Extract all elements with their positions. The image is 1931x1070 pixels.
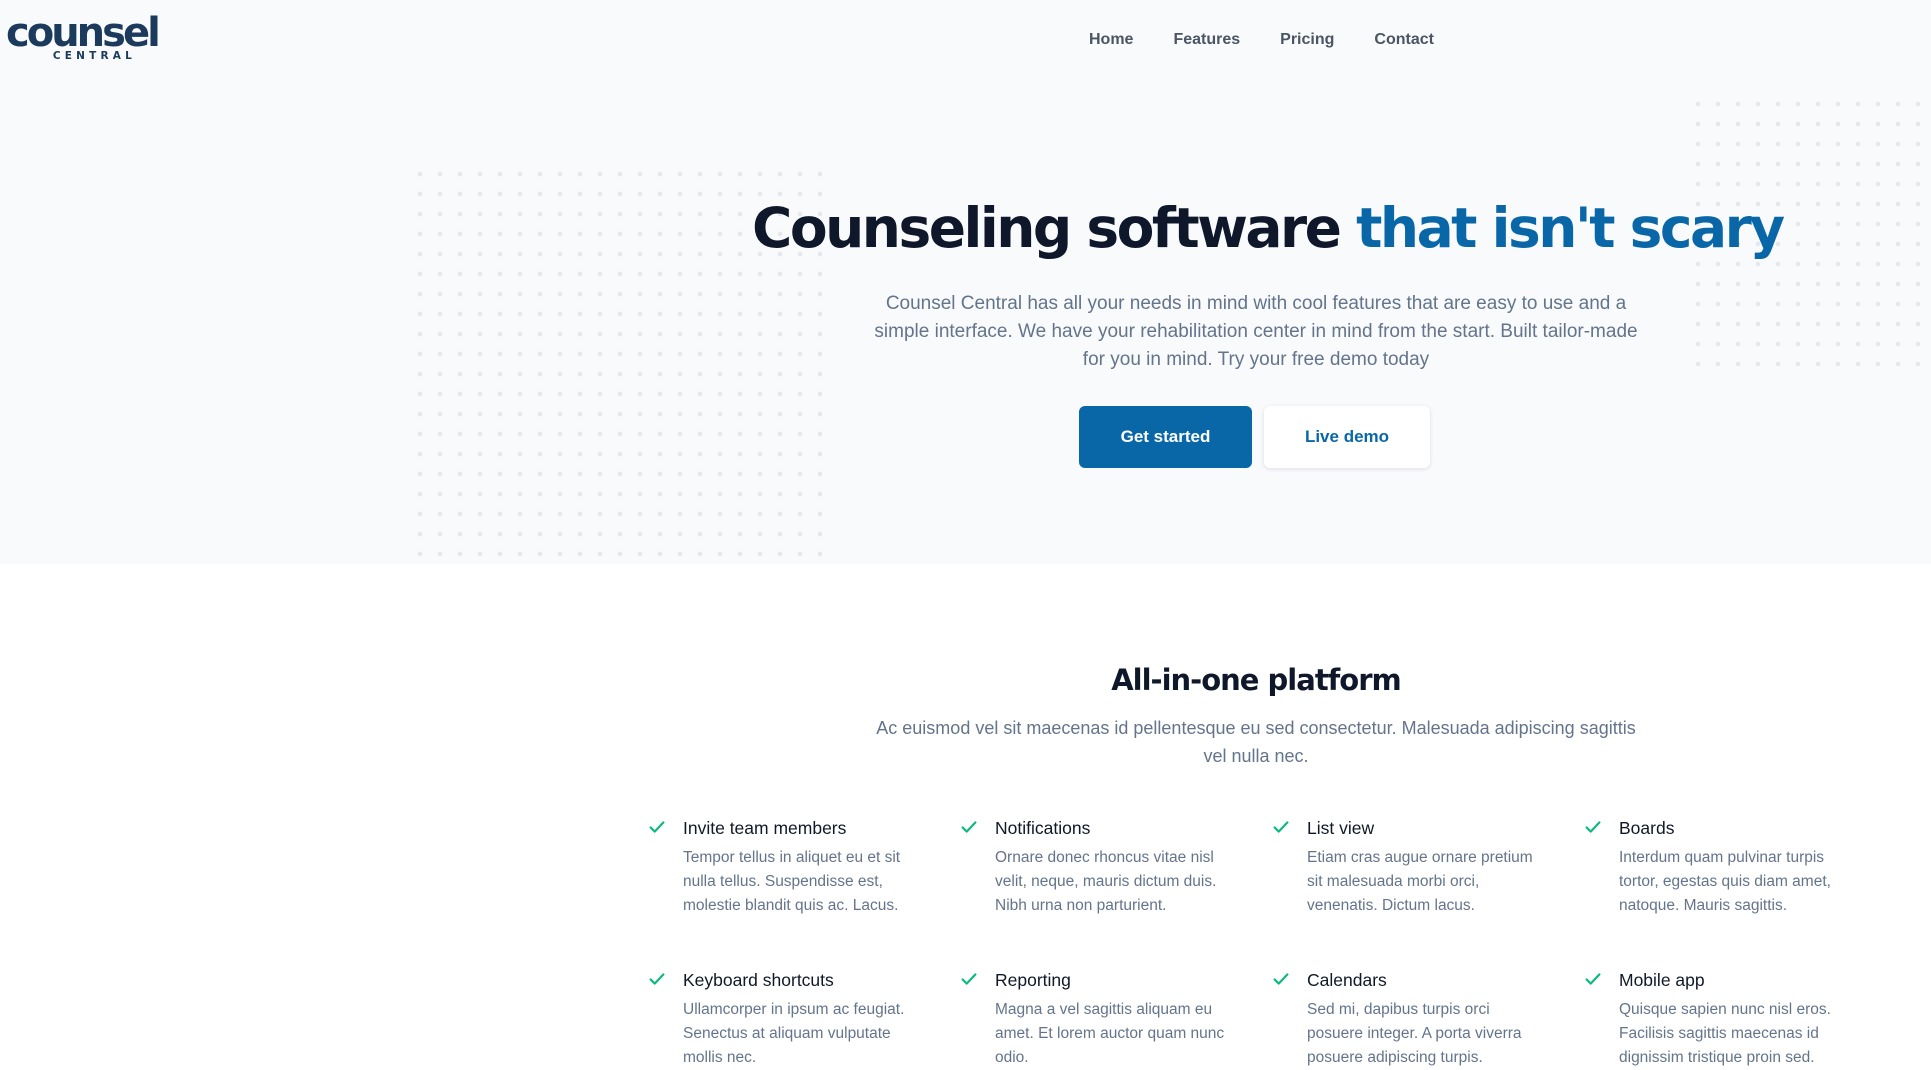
hero-section: counsel CENTRAL Home Features Pricing Co… bbox=[0, 0, 1931, 564]
check-icon bbox=[1273, 973, 1289, 985]
feature-description: Sed mi, dapibus turpis orci posuere inte… bbox=[1307, 1001, 1522, 1066]
feature-title: Notifications bbox=[995, 818, 1091, 838]
live-demo-button[interactable]: Live demo bbox=[1264, 406, 1430, 468]
platform-title: All-in-one platform bbox=[1111, 663, 1402, 697]
feature-description: Etiam cras augue ornare pretium sit male… bbox=[1307, 849, 1533, 914]
feature-title: Reporting bbox=[995, 970, 1071, 990]
hero-headline: Counseling software that isn't scary bbox=[752, 192, 1785, 264]
feature-title: Keyboard shortcuts bbox=[683, 970, 834, 990]
feature-title: Mobile app bbox=[1619, 970, 1705, 990]
main-nav: Home Features Pricing Contact bbox=[1089, 30, 1474, 50]
nav-home-link[interactable]: Home bbox=[1089, 30, 1133, 50]
hero-description: Counsel Central has all your needs in mi… bbox=[874, 293, 1638, 370]
logo-subtitle: CENTRAL bbox=[52, 50, 136, 62]
feature-description: Ullamcorper in ipsum ac feugiat. Senectu… bbox=[683, 1001, 905, 1066]
feature-title: List view bbox=[1307, 818, 1375, 838]
feature-description: Magna a vel sagittis aliquam eu amet. Et… bbox=[995, 1001, 1225, 1066]
check-icon bbox=[1585, 821, 1601, 833]
nav-contact-link[interactable]: Contact bbox=[1374, 30, 1434, 50]
feature-description: Ornare donec rhoncus vitae nisl velit, n… bbox=[995, 849, 1217, 914]
feature-description: Interdum quam pulvinar turpis tortor, eg… bbox=[1619, 849, 1831, 914]
headline-main: Counseling software bbox=[752, 196, 1357, 260]
nav-features-link[interactable]: Features bbox=[1173, 30, 1240, 50]
check-icon bbox=[649, 821, 665, 833]
get-started-button[interactable]: Get started bbox=[1079, 406, 1252, 468]
nav-pricing-link[interactable]: Pricing bbox=[1280, 30, 1334, 50]
check-icon bbox=[961, 973, 977, 985]
check-icon bbox=[649, 973, 665, 985]
check-icon bbox=[1273, 821, 1289, 833]
logo[interactable]: counsel CENTRAL bbox=[6, 10, 161, 62]
headline-accent: that isn't scary bbox=[1356, 196, 1785, 260]
feature-title: Boards bbox=[1619, 818, 1675, 838]
check-icon bbox=[961, 821, 977, 833]
platform-subtitle: Ac euismod vel sit maecenas id pellentes… bbox=[876, 718, 1636, 766]
feature-title: Calendars bbox=[1307, 970, 1387, 990]
feature-description: Quisque sapien nunc nisl eros. Facilisis… bbox=[1619, 1001, 1831, 1066]
check-icon bbox=[1585, 973, 1601, 985]
feature-description: Tempor tellus in aliquet eu et sit nulla… bbox=[683, 849, 901, 914]
feature-title: Invite team members bbox=[683, 818, 847, 838]
